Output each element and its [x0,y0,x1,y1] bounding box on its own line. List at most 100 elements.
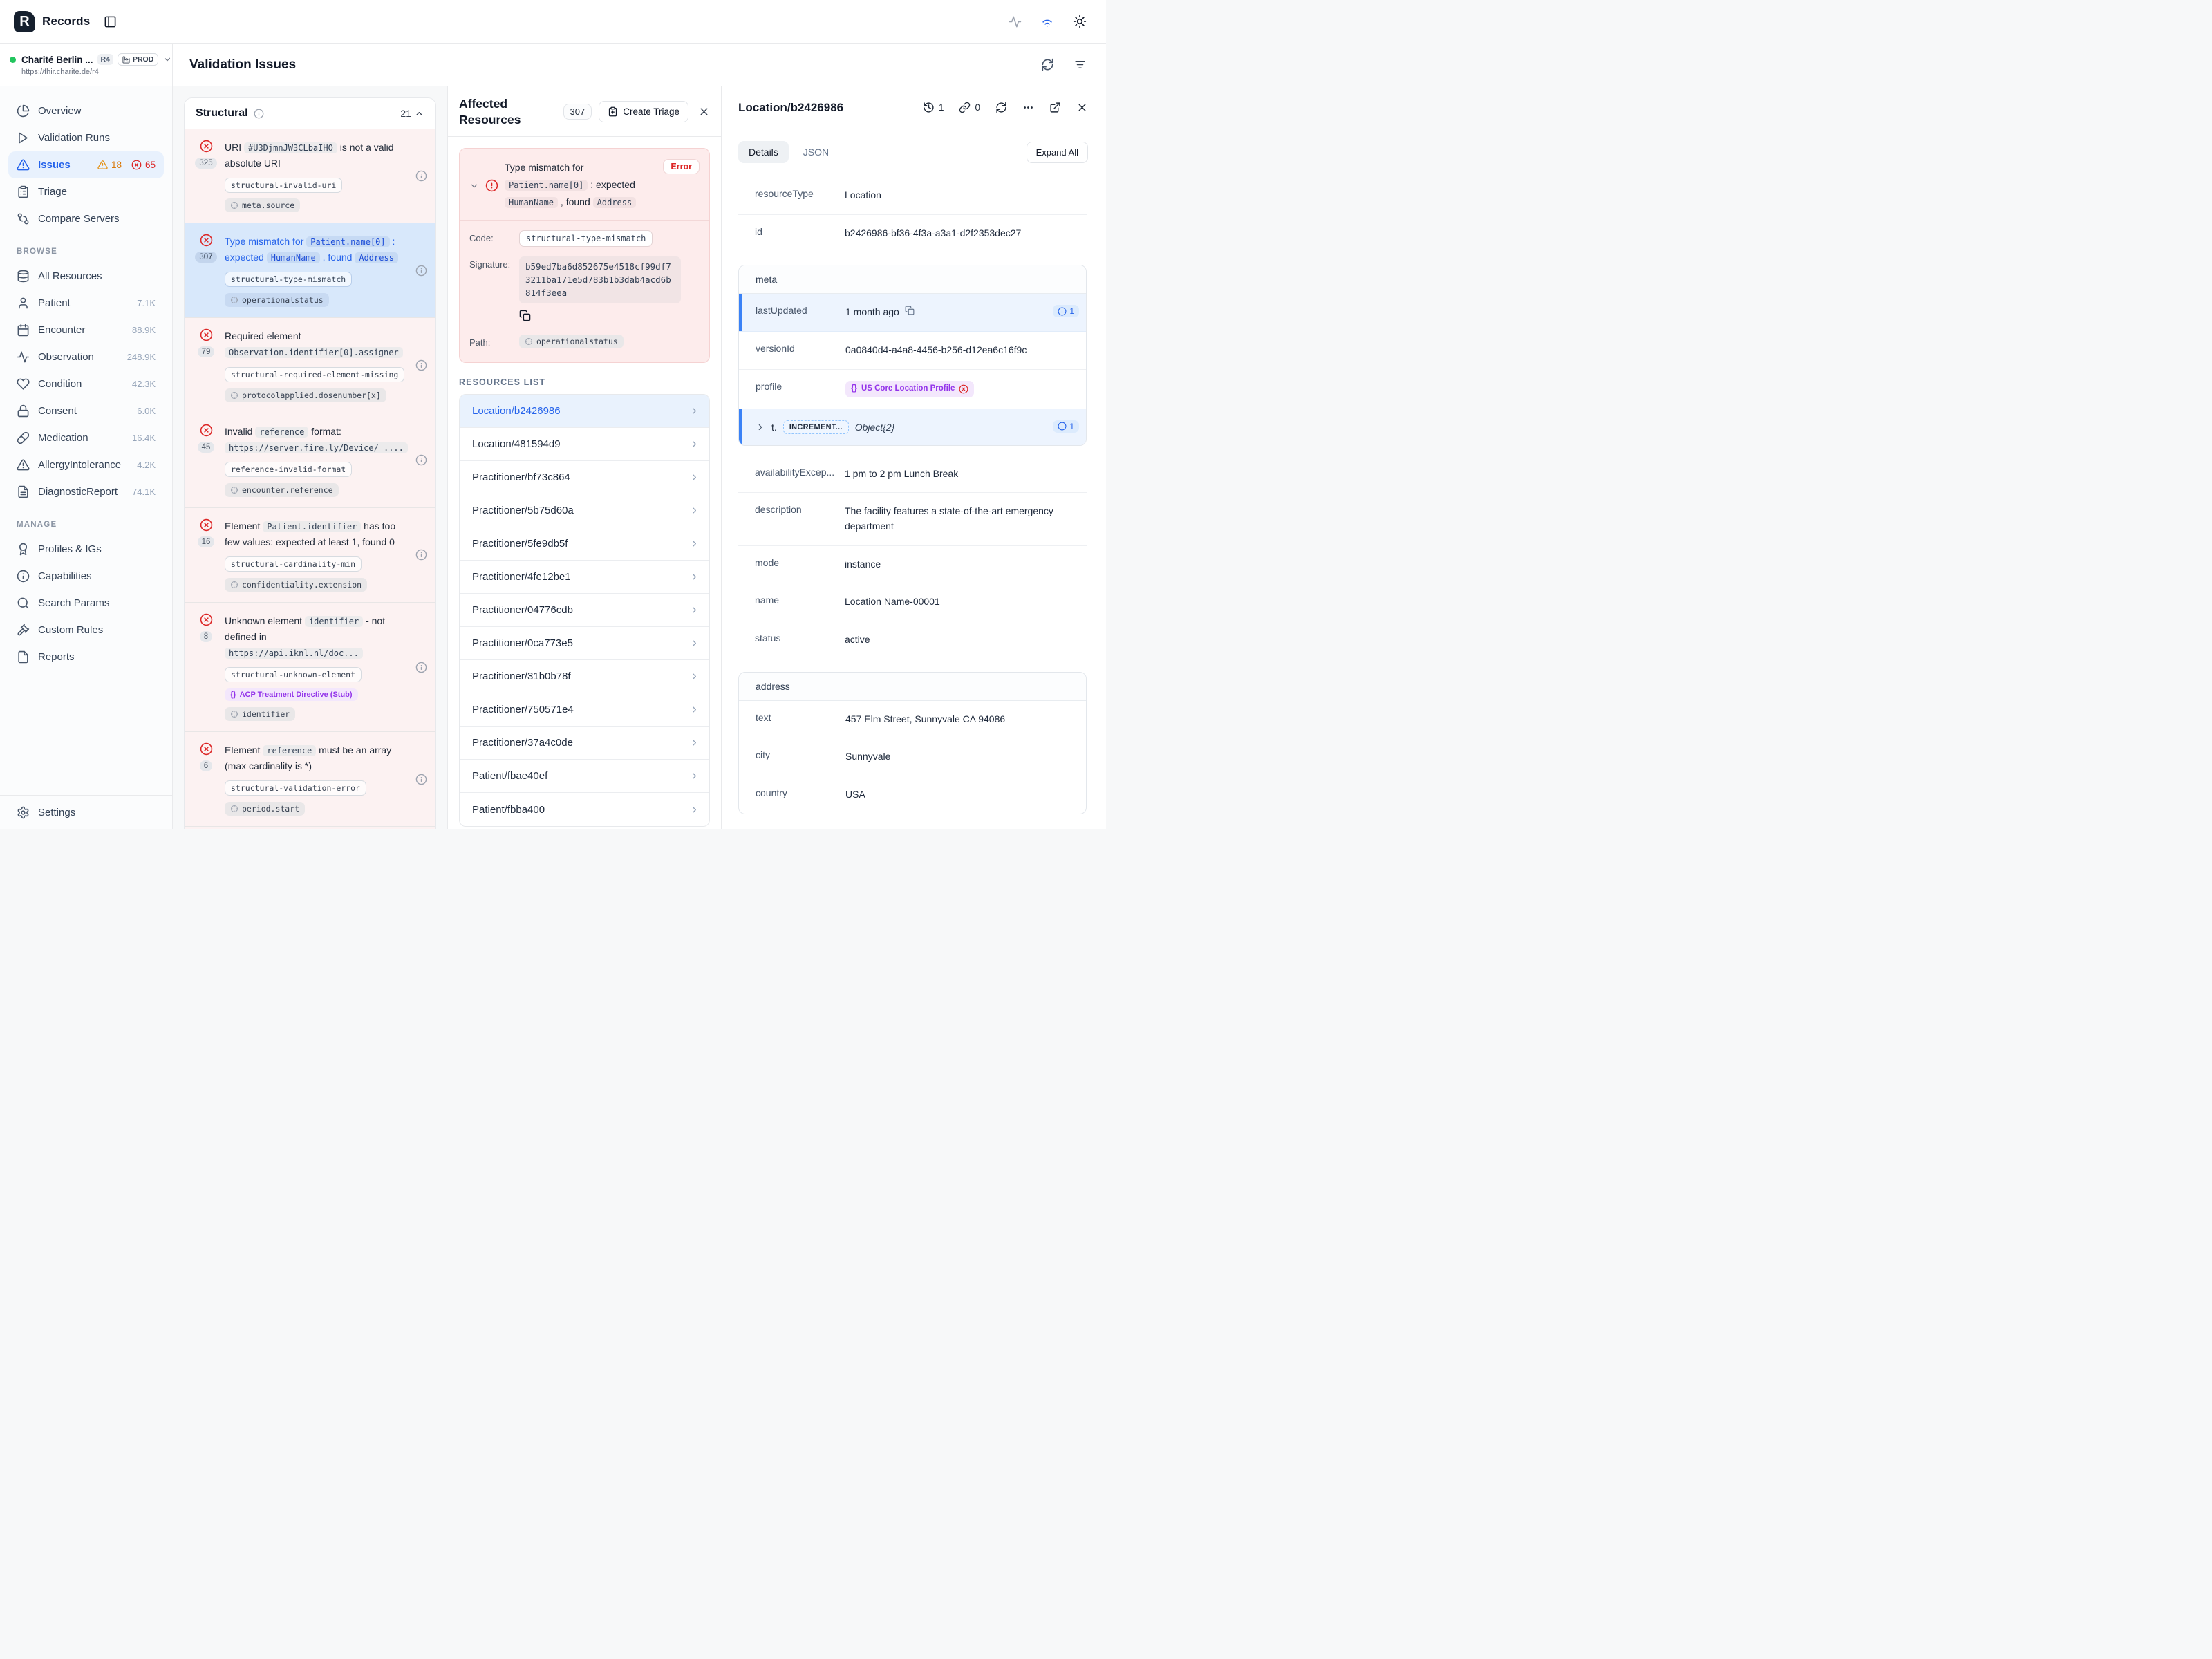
more-options-icon[interactable] [1022,102,1034,113]
detail-row-resourceType[interactable]: resourceTypeLocation [738,177,1087,215]
detail-row-profile[interactable]: profile{} US Core Location Profile [739,370,1086,409]
detail-row-versionId[interactable]: versionId0a0840d4-a4a8-4456-b256-d12ea6c… [739,332,1086,370]
sidebar-item-condition[interactable]: Condition42.3K [0,371,172,397]
chevron-right-icon [689,505,700,516]
sidebar-item-validation-runs[interactable]: Validation Runs [0,124,172,151]
issue-card-item[interactable]: 45Invalid reference format: https://serv… [185,413,435,507]
copy-icon[interactable] [519,310,531,321]
resource-list-item[interactable]: Location/b2426986 [460,395,709,428]
issue-info-icon[interactable] [415,742,427,816]
issue-group-header[interactable]: Structural 21 [185,98,435,129]
sidebar-item-profiles-igs[interactable]: Profiles & IGs [0,536,172,563]
issue-card-item[interactable]: Element Patient.identifier[0] has too ma… [185,826,435,830]
issue-card-item[interactable]: 79Required element Observation.identifie… [185,317,435,412]
sidebar-item-all-resources[interactable]: All Resources [0,263,172,290]
detail-row-country[interactable]: countryUSA [739,776,1086,814]
chevron-up-icon[interactable] [414,109,424,119]
sidebar-item-reports[interactable]: Reports [0,644,172,671]
sidebar-item-patient[interactable]: Patient7.1K [0,290,172,317]
filter-icon[interactable] [1074,58,1087,71]
issue-info-icon[interactable] [415,424,427,497]
detail-row-value: 1 month ago [845,305,1053,320]
open-external-icon[interactable] [1049,102,1061,113]
circle-x-icon[interactable] [959,384,968,394]
collapse-chevron-icon[interactable] [469,161,479,212]
resource-list-item[interactable]: Practitioner/5b75d60a [460,494,709,527]
issue-card-item[interactable]: 6Element reference must be an array (max… [185,731,435,826]
resource-list-item[interactable]: Practitioner/5fe9db5f [460,527,709,561]
detail-row-description[interactable]: descriptionThe facility features a state… [738,493,1087,545]
tab-json[interactable]: JSON [793,141,839,163]
issue-card-item[interactable]: 307Type mismatch for Patient.name[0] : e… [185,223,435,317]
detail-row-status[interactable]: statusactive [738,621,1087,659]
sidebar-item-allergyintolerance[interactable]: AllergyIntolerance4.2K [0,451,172,478]
sidebar-item-settings[interactable]: Settings [0,795,172,830]
resource-list-item[interactable]: Practitioner/750571e4 [460,693,709,727]
issue-indicator-badge[interactable]: 1 [1053,420,1079,433]
issue-info-icon[interactable] [415,518,427,592]
sidebar-item-capabilities[interactable]: Capabilities [0,563,172,590]
issue-card-item[interactable]: 8Unknown element identifier - not define… [185,602,435,731]
sidebar-item-custom-rules[interactable]: Custom Rules [0,617,172,644]
sidebar-item-search-params[interactable]: Search Params [0,590,172,617]
chevron-right-icon[interactable] [756,422,765,432]
sidebar-item-overview[interactable]: Overview [0,97,172,124]
history-button[interactable]: 1 [923,102,944,113]
group-header[interactable]: address [739,673,1086,701]
issue-indicator-badge[interactable]: 1 [1053,305,1079,317]
detail-row-availabilityExcep-[interactable]: availabilityExcep...1 pm to 2 pm Lunch B… [738,456,1087,494]
issue-group-title: Structural [196,107,248,120]
resource-list-item[interactable]: Practitioner/37a4c0de [460,727,709,760]
chevron-right-icon [689,572,700,582]
issue-info-icon[interactable] [415,613,427,721]
server-selector[interactable]: Charité Berlin ... R4 PROD https://fhir.… [0,44,173,86]
issue-card-item[interactable]: 325URI #U3DjmnJW3CLbaIHO is not a valid … [185,129,435,223]
refresh-resource-icon[interactable] [995,102,1007,113]
issue-info-icon[interactable] [415,328,427,402]
wifi-icon[interactable] [1040,15,1054,28]
detail-row-city[interactable]: citySunnyvale [739,738,1086,776]
sidebar-item-diagnosticreport[interactable]: DiagnosticReport74.1K [0,478,172,505]
resource-list-item[interactable]: Practitioner/4fe12be1 [460,561,709,594]
sidebar-item-encounter[interactable]: Encounter88.9K [0,317,172,344]
info-icon[interactable] [254,109,264,119]
resource-list-item[interactable]: Location/481594d9 [460,428,709,461]
issue-card-item[interactable]: 16Element Patient.identifier has too few… [185,507,435,602]
group-header[interactable]: meta [739,265,1086,294]
resource-list-item[interactable]: Practitioner/04776cdb [460,594,709,627]
sidebar-item-triage[interactable]: Triage [0,178,172,205]
sidebar-item-observation[interactable]: Observation248.9K [0,344,172,371]
sidebar-item-consent[interactable]: Consent6.0K [0,397,172,424]
expand-all-button[interactable]: Expand All [1027,142,1088,163]
copy-icon[interactable] [905,306,915,315]
activity-status-icon[interactable] [1009,15,1022,28]
panel-left-toggle-icon[interactable] [104,15,117,28]
resource-list-item[interactable]: Practitioner/bf73c864 [460,461,709,494]
theme-sun-icon[interactable] [1073,15,1087,28]
sidebar-item-medication[interactable]: Medication16.4K [0,424,172,451]
resource-list-item[interactable]: Patient/fbae40ef [460,760,709,793]
close-icon[interactable] [698,106,710,118]
detail-row-id[interactable]: idb2426986-bf36-4f3a-a3a1-d2f2353dec27 [738,215,1087,253]
resource-list-item[interactable]: Practitioner/31b0b78f [460,660,709,693]
detail-row-lastUpdated[interactable]: lastUpdated1 month ago1 [739,294,1086,332]
issue-tag-row: protocolapplied.dosenumber[x] [225,388,407,402]
detail-row-object[interactable]: t.INCREMENT...Object{2}1 [739,409,1086,445]
detail-row-text[interactable]: text457 Elm Street, Sunnyvale CA 94086 [739,701,1086,739]
detail-row-label: id [755,226,845,237]
resource-list-item[interactable]: Patient/fbba400 [460,793,709,826]
issue-info-icon[interactable] [415,234,427,307]
issue-severity-column: 79 [196,328,216,402]
sidebar-item-compare-servers[interactable]: Compare Servers [0,205,172,232]
references-button[interactable]: 0 [959,102,980,113]
sidebar-item-issues[interactable]: Issues1865 [8,151,164,178]
calendar-icon [17,324,30,337]
resource-list-item[interactable]: Practitioner/0ca773e5 [460,627,709,660]
detail-row-name[interactable]: nameLocation Name-00001 [738,583,1087,621]
tab-details[interactable]: Details [738,141,789,163]
create-triage-button[interactable]: Create Triage [599,101,688,122]
issue-info-icon[interactable] [415,140,427,212]
detail-row-mode[interactable]: modeinstance [738,546,1087,584]
refresh-icon[interactable] [1041,58,1054,71]
close-inspector-icon[interactable] [1076,102,1088,113]
